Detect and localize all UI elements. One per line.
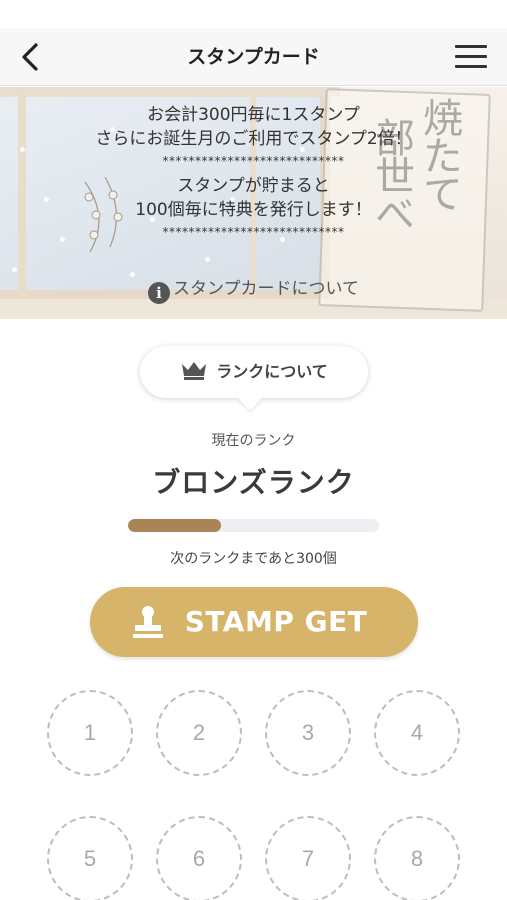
- stamp-info-banner: 焼たて 部世べ お会計300円毎に1スタンプ さらにお誕生月のご利用でスタンプ2…: [0, 87, 507, 319]
- stamp-slot: 8: [374, 816, 460, 900]
- stamp-slot: 5: [47, 816, 133, 900]
- about-rank-button[interactable]: ランクについて: [140, 346, 368, 398]
- banner-line: スタンプが貯まると: [177, 176, 330, 196]
- crown-icon: [182, 362, 207, 380]
- stamp-slot: 1: [47, 690, 133, 776]
- stamp-slot: 3: [265, 690, 351, 776]
- stamp-icon: [133, 606, 163, 638]
- rank-progress-bar: [128, 519, 379, 532]
- hamburger-menu-icon[interactable]: [455, 42, 487, 72]
- chevron-left-icon: [22, 43, 38, 71]
- stamp-get-label: STAMP GET: [184, 605, 368, 638]
- banner-line: さらにお誕生月のご利用でスタンプ2倍！: [95, 129, 412, 149]
- banner-divider: ****************************: [162, 154, 345, 168]
- stamp-slot: 2: [156, 690, 242, 776]
- stamp-get-button[interactable]: STAMP GET: [90, 587, 418, 657]
- next-rank-remaining: 次のランクまであと300個: [170, 551, 337, 567]
- current-rank-name: ブロンズランク: [152, 466, 355, 499]
- stamp-slot: 6: [156, 816, 242, 900]
- about-stamp-card-label: スタンプカードについて: [173, 279, 359, 299]
- stamp-slot: 7: [265, 816, 351, 900]
- about-rank-label: ランクについて: [216, 362, 328, 381]
- info-icon: i: [148, 282, 170, 304]
- banner-divider: ****************************: [162, 225, 345, 239]
- banner-line: 100個毎に特典を発行します！: [135, 200, 372, 220]
- app-header: スタンプカード: [0, 28, 507, 86]
- current-rank-caption: 現在のランク: [211, 433, 296, 449]
- back-button[interactable]: [14, 40, 48, 74]
- about-stamp-card-link[interactable]: i スタンプカードについて: [0, 274, 507, 304]
- stamp-slot: 4: [374, 690, 460, 776]
- banner-line: お会計300円毎に1スタンプ: [147, 105, 360, 125]
- page-title: スタンプカード: [187, 46, 320, 68]
- rank-progress-fill: [128, 519, 221, 532]
- banner-description: お会計300円毎に1スタンプ さらにお誕生月のご利用でスタンプ2倍！ *****…: [0, 103, 507, 245]
